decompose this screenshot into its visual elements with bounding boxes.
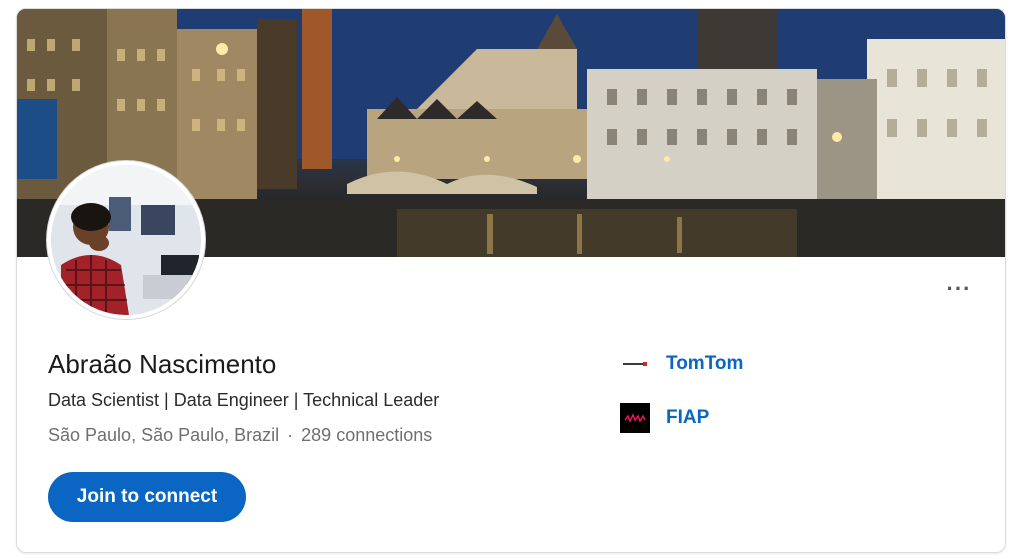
more-icon: ··· bbox=[946, 276, 972, 301]
profile-location: São Paulo, São Paulo, Brazil bbox=[48, 425, 280, 445]
profile-headline: Data Scientist | Data Engineer | Technic… bbox=[48, 390, 440, 410]
company-name-fiap[interactable]: FIAP bbox=[666, 407, 709, 429]
company-name-tomtom[interactable]: TomTom bbox=[666, 353, 743, 375]
connections-count: 289 connections bbox=[301, 425, 433, 445]
more-options-button[interactable]: ··· bbox=[937, 275, 981, 303]
experience-item-fiap[interactable]: FIAP bbox=[620, 403, 709, 433]
join-to-connect-button[interactable]: Join to connect bbox=[48, 472, 246, 522]
experience-item-tomtom[interactable]: TomTom bbox=[620, 349, 743, 379]
profile-location-line: São Paulo, São Paulo, Brazil · 289 connect… bbox=[48, 425, 432, 446]
fiap-logo-icon bbox=[620, 403, 650, 433]
profile-card: ··· Abraão Nascimento Data Scientist | D… bbox=[16, 8, 1006, 553]
separator-dot: · bbox=[287, 425, 294, 445]
tomtom-logo-icon bbox=[620, 349, 650, 379]
profile-name: Abraão Nascimento bbox=[48, 349, 277, 379]
profile-avatar[interactable] bbox=[47, 161, 205, 319]
